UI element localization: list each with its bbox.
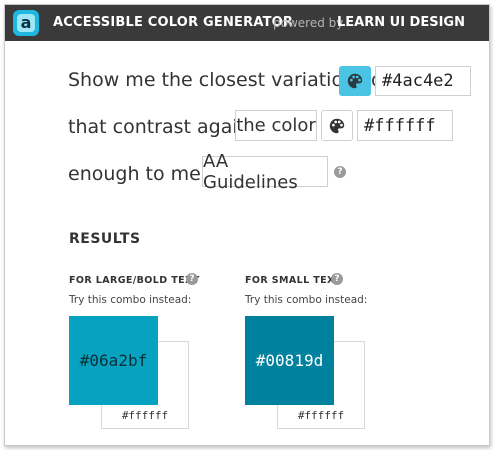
guideline-select[interactable]: AA Guidelines (202, 151, 328, 193)
small-text-label: FOR SMALL TEXT (245, 275, 342, 286)
large-foreground-swatch[interactable]: #06a2bf (69, 316, 158, 405)
palette-icon (329, 118, 345, 133)
app-logo[interactable]: a (13, 10, 39, 36)
small-foreground-swatch[interactable]: #00819d (245, 316, 334, 405)
small-hint: Try this combo instead: (245, 294, 368, 306)
small-bg-value: #ffffff (297, 409, 345, 422)
color-input[interactable]: #4ac4e2 (375, 66, 471, 96)
app-window: a ACCESSIBLE COLOR GENERATOR powered by … (4, 4, 490, 446)
color-picker-button[interactable] (339, 66, 371, 96)
help-icon[interactable]: ? (334, 166, 346, 178)
header-bar: a ACCESSIBLE COLOR GENERATOR powered by … (5, 5, 489, 41)
powered-by-text: powered by (273, 16, 344, 30)
small-help-icon[interactable]: ? (331, 273, 343, 285)
large-text-label: FOR LARGE/BOLD TEXT (69, 275, 200, 286)
large-bg-value: #ffffff (121, 409, 169, 422)
background-color-picker-button[interactable] (321, 110, 353, 141)
small-fg-value: #00819d (255, 351, 324, 370)
large-help-icon[interactable]: ? (186, 273, 198, 285)
brand-link[interactable]: LEARN UI DESIGN (337, 15, 465, 30)
results-heading: RESULTS (69, 231, 141, 247)
contrast-target-select[interactable]: the color (235, 110, 317, 141)
background-color-input[interactable]: #ffffff (357, 110, 453, 141)
large-hint: Try this combo instead: (69, 294, 192, 306)
logo-letter: a (17, 14, 35, 32)
large-fg-value: #06a2bf (79, 351, 148, 370)
app-title: ACCESSIBLE COLOR GENERATOR (53, 15, 294, 30)
palette-icon (347, 73, 363, 89)
prompt-line-3: enough to meet (68, 163, 220, 185)
